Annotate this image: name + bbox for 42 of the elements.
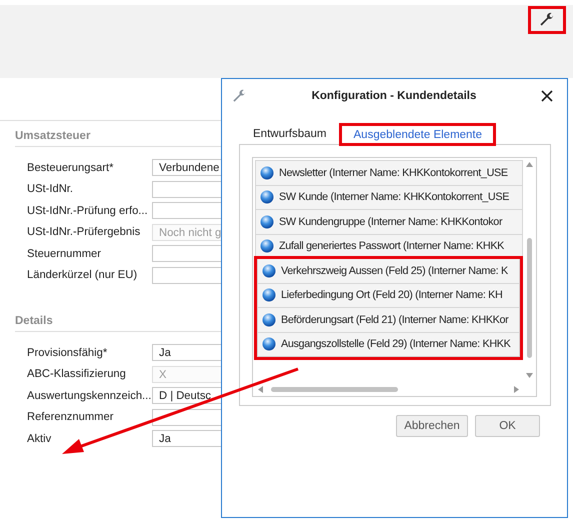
sphere-icon bbox=[260, 190, 274, 204]
field-label: Provisionsfähig* bbox=[26, 346, 108, 359]
sphere-icon bbox=[262, 337, 276, 352]
list-item[interactable]: SW Kundengruppe (Interner Name: KHKKontokor bbox=[255, 210, 523, 234]
field-label: Referenznummer bbox=[26, 411, 114, 424]
list-item[interactable]: Ausgangszollstelle (Feld 29) (Interner Name: KHKK bbox=[257, 332, 520, 357]
field-label: ABC-Klassifizierung bbox=[26, 368, 127, 380]
scroll-up-icon[interactable] bbox=[526, 162, 533, 167]
field-label: Auswertungskennzeich... bbox=[26, 390, 152, 402]
wrench-icon bbox=[539, 12, 555, 28]
sphere-icon bbox=[262, 288, 276, 302]
input-field[interactable]: D | Deutsc bbox=[152, 387, 221, 404]
scroll-right-icon[interactable] bbox=[514, 386, 519, 392]
dialog-title: Konfiguration - Kundendetails bbox=[310, 90, 478, 102]
list-item[interactable]: Verkehrszweig Aussen (Feld 25) (Interner Name: K bbox=[257, 259, 520, 284]
field-label: Steuernummer bbox=[26, 248, 102, 260]
section-heading: Umsatzsteuer bbox=[15, 130, 221, 147]
sphere-icon bbox=[260, 214, 274, 229]
dialog-button[interactable]: Abbrechen bbox=[396, 415, 468, 437]
sphere-icon bbox=[260, 239, 274, 254]
sphere-icon bbox=[262, 312, 276, 327]
section-heading: Details bbox=[15, 315, 221, 332]
dialog-button[interactable]: OK bbox=[475, 415, 540, 437]
list-item[interactable]: SW Kunde (Interner Name: KHKKontokorrent_USE bbox=[255, 186, 523, 210]
scroll-down-icon[interactable] bbox=[526, 373, 533, 378]
field-label: USt-IdNr.-Prüfung erfo... bbox=[26, 204, 149, 217]
field-label: Aktiv bbox=[26, 432, 52, 445]
field-label: USt-IdNr.-Prüfergebnis bbox=[26, 226, 142, 238]
list-item[interactable]: Lieferbedingung Ort (Feld 20) (Interner Name: KH bbox=[257, 284, 520, 308]
wrench-icon bbox=[232, 88, 247, 104]
field-label: USt-IdNr. bbox=[26, 183, 74, 196]
tab[interactable]: Ausgeblendete Elemente bbox=[340, 124, 496, 145]
tab[interactable]: Entwurfsbaum bbox=[239, 123, 340, 144]
list-item[interactable]: Beförderungsart (Feld 21) (Interner Name: KHKKor bbox=[257, 308, 520, 332]
sphere-icon bbox=[260, 166, 274, 180]
field-label: Länderkürzel (nur EU) bbox=[26, 269, 138, 282]
scroll-left-icon[interactable] bbox=[258, 386, 263, 392]
list-item[interactable]: Newsletter (Interner Name: KHKKontokorrent_USE bbox=[255, 160, 523, 186]
field-label: Besteuerungsart* bbox=[26, 162, 114, 174]
sphere-icon bbox=[262, 264, 276, 278]
settings-button[interactable] bbox=[528, 6, 566, 34]
close-icon[interactable] bbox=[541, 90, 553, 102]
